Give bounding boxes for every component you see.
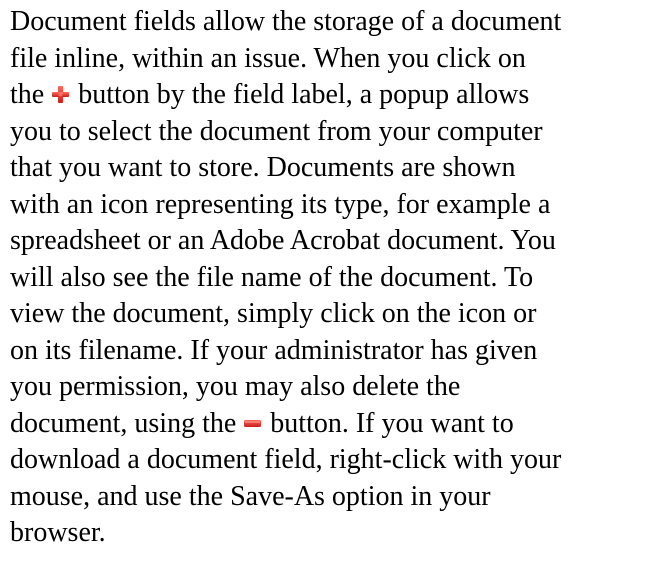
paragraph-line-10: on its filename. If your administrator h… [10, 334, 538, 366]
minus-icon [243, 414, 262, 433]
paragraph-line-6: with an icon representing its type, for … [10, 188, 551, 220]
paragraph-line-5: that you want to store. Documents are sh… [10, 152, 516, 183]
paragraph-line-8: will also see the file name of the docum… [10, 261, 534, 293]
paragraph-line-1: Document fields allow the storage of a d… [10, 6, 562, 37]
paragraph-line-12-end: button. If you want to [263, 407, 514, 439]
paragraph-line-14: mouse, and use the Save-As option in you… [10, 480, 491, 512]
paragraph-line-7: spreadsheet or an Adobe Acrobat document… [10, 225, 556, 256]
paragraph-line-2: file inline, within an issue. When you c… [10, 42, 526, 74]
paragraph-line-13: download a document field, right-click w… [10, 444, 562, 475]
paragraph-line-9: view the document, simply click on the i… [10, 298, 537, 329]
plus-icon [51, 85, 70, 104]
paragraph-line-12-start: document, using the [10, 407, 244, 439]
paragraph-line-3: the button by the field label, a popup a… [10, 77, 655, 114]
paragraph-line-3-end: button by the field label, a popup allow… [71, 79, 530, 110]
paragraph-line-3-start: the [10, 79, 52, 110]
paragraph-line-15: browser. [10, 517, 106, 548]
document-fields-paragraph: Document fields allow the storage of a d… [10, 4, 655, 552]
paragraph-line-11: you permission, you may also delete the [10, 371, 461, 402]
paragraph-line-12: document, using the button. If you want … [10, 406, 655, 443]
paragraph-line-4: you to select the document from your com… [10, 115, 543, 147]
